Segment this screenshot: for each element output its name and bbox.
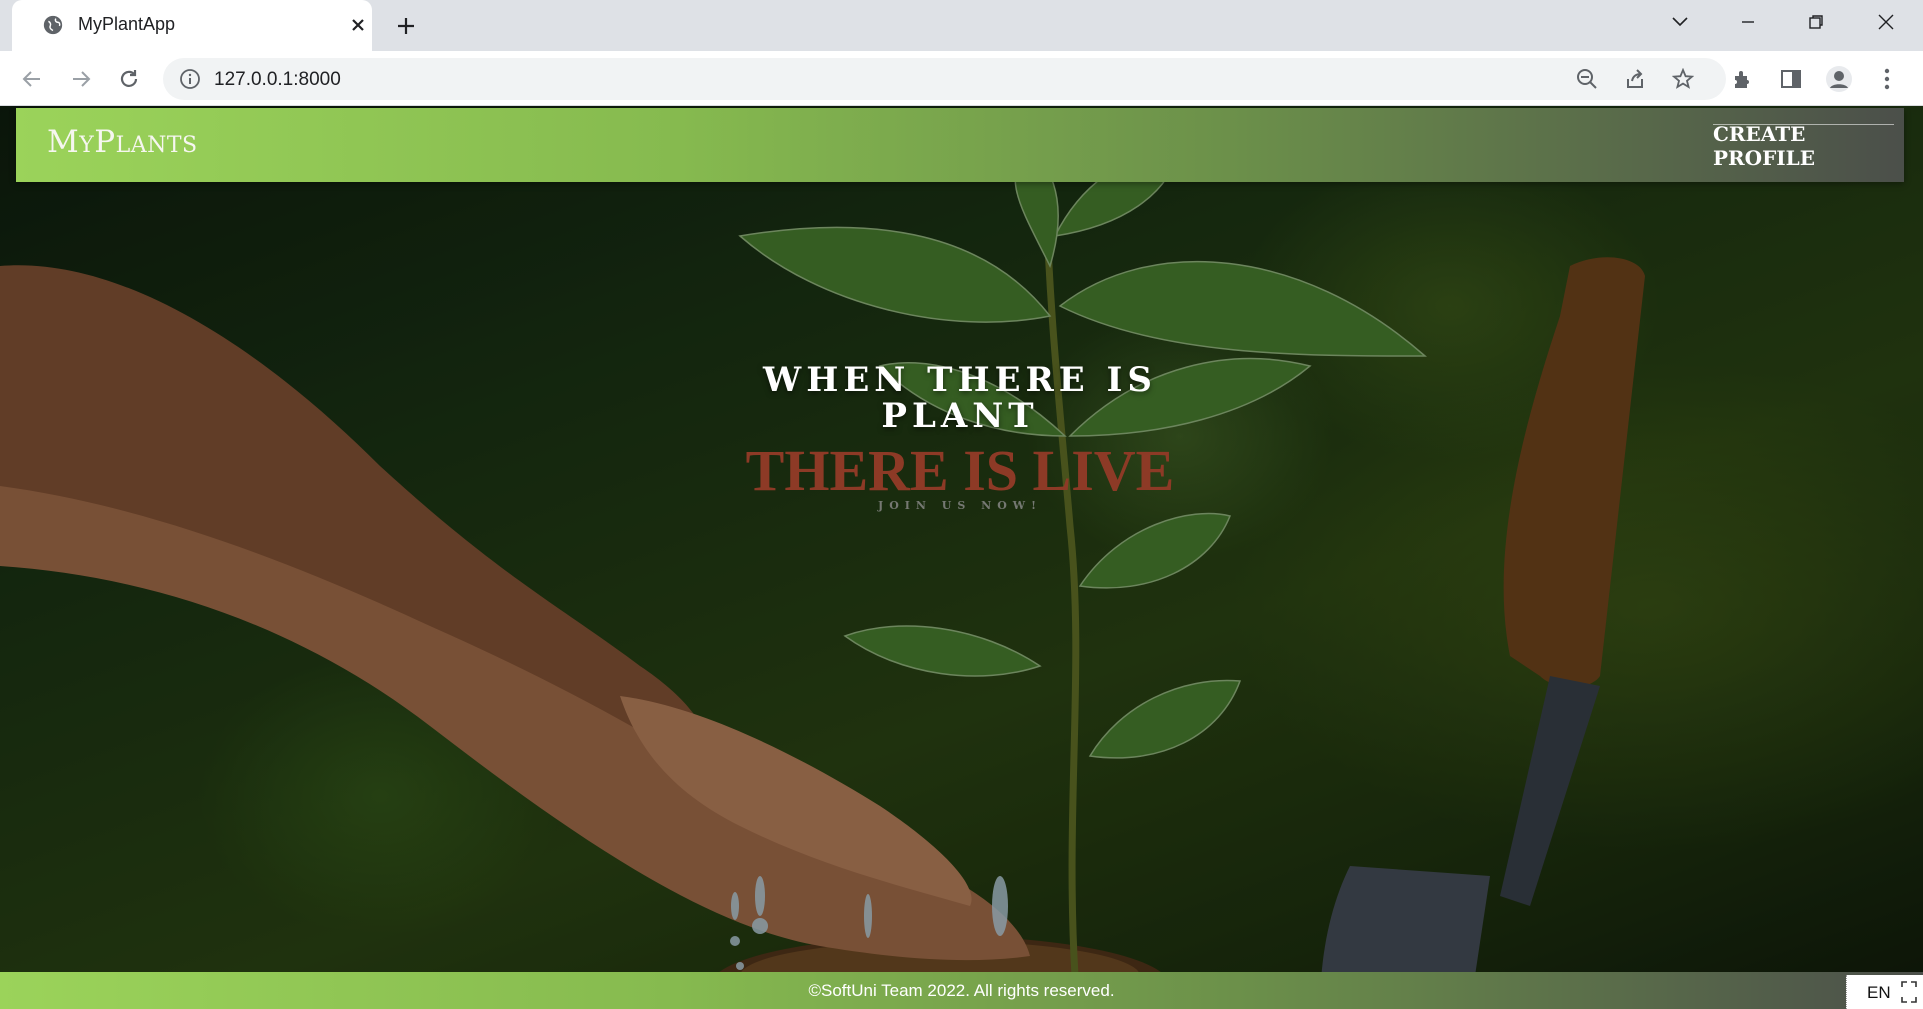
menu-icon[interactable] bbox=[1871, 63, 1903, 95]
url-text[interactable]: 127.0.0.1:8000 bbox=[214, 69, 341, 91]
reload-icon[interactable] bbox=[113, 63, 145, 95]
site-footer: ©SoftUni Team 2022. All rights reserved. bbox=[0, 972, 1923, 1009]
back-icon[interactable] bbox=[16, 63, 48, 95]
hero-headline: WHEN THERE IS PLANT bbox=[700, 362, 1220, 434]
plus-icon[interactable] bbox=[392, 12, 420, 40]
tab-title: MyPlantApp bbox=[78, 14, 176, 34]
hero-background-image bbox=[0, 106, 1923, 1009]
page-viewport: MyPlants CREATE PROFILE WHEN THERE IS PL… bbox=[0, 106, 1923, 1009]
hero-headline-line1: WHEN THERE IS bbox=[763, 360, 1157, 400]
globe-icon bbox=[43, 15, 63, 35]
footer-copyright: ©SoftUni Team 2022. All rights reserved. bbox=[808, 980, 1115, 1000]
close-icon[interactable] bbox=[346, 13, 370, 37]
chevron-down-icon[interactable] bbox=[1662, 8, 1698, 36]
hero-subheadline: THERE IS LIVE bbox=[745, 438, 1175, 503]
side-panel-icon[interactable] bbox=[1775, 63, 1807, 95]
zoom-out-icon[interactable] bbox=[1575, 67, 1599, 91]
minimize-icon[interactable] bbox=[1730, 8, 1766, 36]
tab-strip: MyPlantApp bbox=[0, 0, 1923, 51]
forward-icon[interactable] bbox=[65, 63, 97, 95]
hero-headline-line2: PLANT bbox=[881, 396, 1039, 436]
share-icon[interactable] bbox=[1623, 67, 1647, 91]
profile-icon[interactable] bbox=[1823, 63, 1855, 95]
info-icon[interactable] bbox=[179, 68, 201, 90]
create-profile-link[interactable]: CREATE PROFILE bbox=[1713, 122, 1894, 170]
language-indicator[interactable]: EN bbox=[1846, 975, 1923, 1009]
window-close-icon[interactable] bbox=[1868, 8, 1904, 36]
restore-icon[interactable] bbox=[1798, 8, 1834, 36]
expand-icon[interactable] bbox=[1900, 980, 1918, 1004]
hero-illustration bbox=[0, 106, 1923, 1009]
address-bar[interactable]: 127.0.0.1:8000 bbox=[163, 58, 1726, 100]
join-us-link[interactable]: JOIN US NOW! bbox=[700, 499, 1220, 512]
star-icon[interactable] bbox=[1671, 67, 1695, 91]
site-navbar: MyPlants CREATE PROFILE bbox=[16, 108, 1904, 182]
browser-tab[interactable]: MyPlantApp bbox=[12, 0, 372, 51]
language-label: EN bbox=[1867, 983, 1891, 1002]
browser-toolbar: 127.0.0.1:8000 bbox=[0, 51, 1923, 106]
brand-logo[interactable]: MyPlants bbox=[47, 124, 198, 160]
extensions-icon[interactable] bbox=[1727, 63, 1759, 95]
